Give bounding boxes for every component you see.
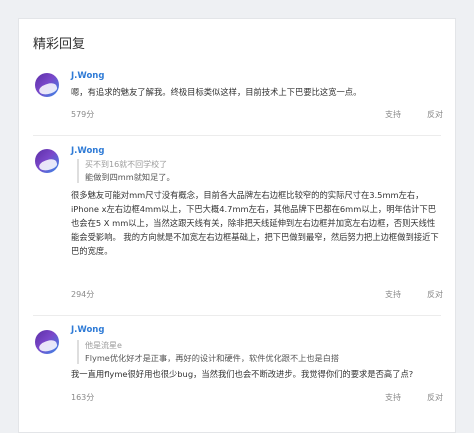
comment-body: 很多魅友可能对mm尺寸没有概念，目前各大品牌左右边框比较窄的的实际尺寸在3.5m… bbox=[71, 190, 439, 256]
score-count: 163分 bbox=[71, 393, 95, 402]
avatar[interactable] bbox=[35, 73, 59, 97]
oppose-button[interactable]: 反对 bbox=[427, 392, 443, 403]
username[interactable]: J.Wong bbox=[71, 146, 104, 156]
comment-1: J.Wong 嗯，有追求的魅友了解我。终极目标类似这样，目前技术上下巴要比这宽一… bbox=[19, 67, 457, 142]
section-title: 精彩回复 bbox=[33, 37, 86, 52]
comment-meta: 163分 支持 反对 bbox=[71, 392, 443, 404]
score-count: 294分 bbox=[71, 290, 95, 299]
username[interactable]: J.Wong bbox=[71, 71, 104, 81]
comment-meta: 579分 支持 反对 bbox=[71, 109, 443, 121]
comment-body: 嗯，有追求的魅友了解我。终极目标类似这样，目前技术上下巴要比这宽一点。 bbox=[71, 87, 362, 97]
oppose-button[interactable]: 反对 bbox=[427, 289, 443, 300]
oppose-button[interactable]: 反对 bbox=[427, 109, 443, 120]
comment-3: J.Wong 他是流星e Flyme优化好才是正事，再好的设计和硬件，软件优化跟… bbox=[19, 322, 457, 432]
quote-text: 能做到四mm就知足了。 bbox=[85, 172, 175, 182]
username[interactable]: J.Wong bbox=[71, 325, 104, 335]
divider bbox=[33, 135, 441, 136]
quoted-reply: 他是流星e Flyme优化好才是正事，再好的设计和硬件，软件优化跟不上也是白搭 bbox=[77, 340, 437, 364]
support-button[interactable]: 支持 bbox=[385, 289, 401, 300]
quote-text: Flyme优化好才是正事，再好的设计和硬件，软件优化跟不上也是白搭 bbox=[85, 353, 340, 363]
quote-author[interactable]: 他是流星e bbox=[85, 340, 437, 352]
quote-author[interactable]: 买不到16就不回学校了 bbox=[85, 159, 437, 171]
comments-panel: 精彩回复 J.Wong 嗯，有追求的魅友了解我。终极目标类似这样，目前技术上下巴… bbox=[18, 18, 456, 433]
score-count: 579分 bbox=[71, 110, 95, 119]
comment-meta: 294分 支持 反对 bbox=[71, 289, 443, 301]
avatar[interactable] bbox=[35, 330, 59, 354]
avatar[interactable] bbox=[35, 149, 59, 173]
support-button[interactable]: 支持 bbox=[385, 109, 401, 120]
quoted-reply: 买不到16就不回学校了 能做到四mm就知足了。 bbox=[77, 159, 437, 183]
comment-body: 我一直用flyme很好用也很少bug，当然我们也会不断改进步。我觉得你们的要求是… bbox=[71, 369, 414, 379]
divider bbox=[33, 315, 441, 316]
comment-2: J.Wong 买不到16就不回学校了 能做到四mm就知足了。 很多魅友可能对mm… bbox=[19, 143, 457, 323]
support-button[interactable]: 支持 bbox=[385, 392, 401, 403]
